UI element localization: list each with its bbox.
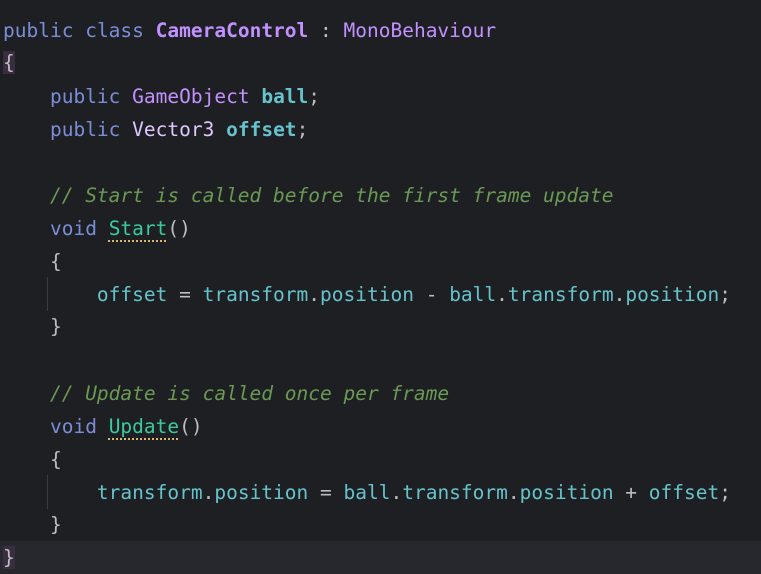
semicolon: ; bbox=[308, 85, 321, 108]
keyword-public: public bbox=[49, 118, 121, 141]
keyword-public: public bbox=[3, 19, 74, 42]
code-line-comment-update[interactable]: // Update is called once per frame bbox=[0, 377, 449, 410]
code-line-start-method[interactable]: void Start() bbox=[0, 212, 191, 245]
identifier-position[interactable]: position bbox=[625, 283, 719, 306]
dot: . bbox=[496, 283, 508, 306]
parentheses: () bbox=[179, 415, 203, 438]
code-line-start-close[interactable]: } bbox=[0, 310, 62, 343]
identifier-position[interactable]: position bbox=[320, 283, 414, 306]
code-line-start-open[interactable]: { bbox=[0, 245, 62, 278]
identifier-position[interactable]: position bbox=[520, 481, 614, 504]
code-line-update-method[interactable]: void Update() bbox=[0, 410, 203, 443]
identifier-transform[interactable]: transform bbox=[402, 481, 508, 504]
comment: // Update is called once per frame bbox=[49, 382, 450, 405]
identifier-transform[interactable]: transform bbox=[203, 283, 309, 306]
type-name[interactable]: Vector3 bbox=[132, 118, 214, 141]
semicolon: ; bbox=[296, 118, 309, 141]
method-open-brace: { bbox=[49, 250, 62, 273]
code-line-field-offset[interactable]: public Vector3 offset; bbox=[0, 113, 308, 146]
identifier-ball[interactable]: ball bbox=[449, 283, 496, 306]
class-open-brace: { bbox=[3, 51, 15, 74]
operator-minus: - bbox=[413, 283, 450, 306]
code-line-open-brace[interactable]: { bbox=[0, 46, 15, 79]
identifier-transform[interactable]: transform bbox=[97, 481, 203, 504]
base-class-name[interactable]: MonoBehaviour bbox=[344, 19, 497, 42]
identifier-ball[interactable]: ball bbox=[344, 481, 391, 504]
code-line-start-body[interactable]: offset = transform.position - ball.trans… bbox=[0, 278, 731, 311]
comment: // Start is called before the first fram… bbox=[49, 184, 614, 207]
parentheses: () bbox=[167, 217, 191, 240]
code-line-update-open[interactable]: { bbox=[0, 443, 62, 476]
method-name-start[interactable]: Start bbox=[109, 217, 168, 240]
operator-plus: + bbox=[613, 481, 649, 504]
semicolon: ; bbox=[719, 481, 731, 504]
field-name[interactable]: offset bbox=[226, 118, 296, 141]
code-line-class-declaration[interactable]: public class CameraControl : MonoBehavio… bbox=[0, 14, 496, 47]
code-line-field-ball[interactable]: public GameObject ball; bbox=[0, 80, 320, 113]
code-editor[interactable]: public class CameraControl : MonoBehavio… bbox=[0, 0, 761, 574]
operator-assign: = bbox=[167, 283, 203, 306]
dot: . bbox=[390, 481, 403, 504]
identifier-transform[interactable]: transform bbox=[508, 283, 614, 306]
keyword-void: void bbox=[49, 217, 97, 240]
identifier-position[interactable]: position bbox=[214, 481, 308, 504]
identifier-offset[interactable]: offset bbox=[97, 283, 167, 306]
class-name[interactable]: CameraControl bbox=[156, 19, 309, 42]
dot: . bbox=[613, 283, 626, 306]
dot: . bbox=[507, 481, 520, 504]
keyword-class: class bbox=[85, 19, 144, 42]
method-open-brace: { bbox=[49, 448, 62, 471]
code-line-class-close[interactable]: } bbox=[0, 541, 761, 574]
code-line-update-body[interactable]: transform.position = ball.transform.posi… bbox=[0, 476, 731, 509]
code-line-comment-start[interactable]: // Start is called before the first fram… bbox=[0, 179, 614, 212]
code-line-update-close[interactable]: } bbox=[0, 508, 62, 541]
method-close-brace: } bbox=[49, 513, 62, 536]
inheritance-separator: : bbox=[308, 19, 344, 42]
method-name-update[interactable]: Update bbox=[109, 415, 179, 438]
field-name[interactable]: ball bbox=[261, 85, 308, 108]
dot: . bbox=[308, 283, 321, 306]
keyword-public: public bbox=[49, 85, 121, 108]
keyword-void: void bbox=[49, 415, 97, 438]
method-close-brace: } bbox=[49, 315, 62, 338]
dot: . bbox=[202, 481, 215, 504]
identifier-offset[interactable]: offset bbox=[649, 481, 719, 504]
operator-assign: = bbox=[308, 481, 344, 504]
type-name[interactable]: GameObject bbox=[132, 85, 249, 108]
semicolon: ; bbox=[719, 283, 731, 306]
class-close-brace: } bbox=[3, 546, 15, 569]
